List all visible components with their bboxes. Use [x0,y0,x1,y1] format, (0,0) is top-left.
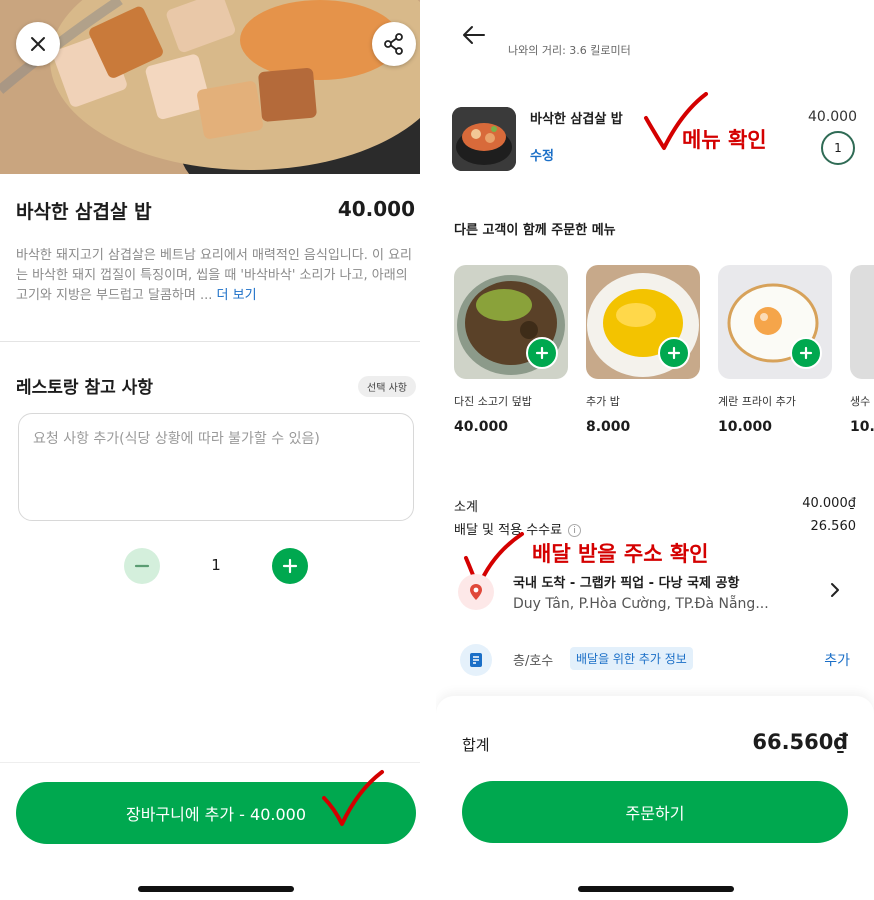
subtotal-label: 소계 [454,500,478,515]
delivery-address-detail[interactable]: Duy Tân, P.Hòa Cường, TP.Đà Nẵng... [513,596,769,612]
home-indicator [138,886,294,892]
item-title: 바삭한 삼겹살 밥 [16,201,152,223]
note-placeholder: 요청 사항 추가(식당 상황에 따라 불가할 수 있음) [33,431,320,447]
close-icon [31,37,45,51]
total-value: 66.560₫ [752,730,848,754]
recommendation-price: 10.0 [850,419,874,435]
add-to-cart-label: 장바구니에 추가 - 40.000 [125,805,307,824]
chevron-right-icon[interactable] [830,582,840,598]
recommendation-card[interactable]: 계란 프라이 추가 10.000 [718,265,832,435]
recommendation-image [850,265,874,379]
plus-icon [667,346,681,360]
restaurant-note-input[interactable]: 요청 사항 추가(식당 상황에 따라 불가할 수 있음) [18,413,414,521]
total-label: 합계 [462,736,490,754]
checkout-screen: 나와의 거리: 3.6 킬로미터 바삭한 삼겹살 밥 수정 40.000 1 메… [436,0,874,900]
plus-icon [282,558,298,574]
recommendation-name: 계란 프라이 추가 [718,395,796,408]
minus-icon [134,564,150,568]
place-order-button[interactable]: 주문하기 [462,781,848,843]
menu-check-annotation: 메뉴 확인 [682,128,767,152]
share-icon [384,33,403,55]
address-check-annotation: 배달 받을 주소 확인 [532,542,709,566]
recommendation-card[interactable]: 생수 10.0 [850,265,874,435]
optional-badge: 선택 사항 [358,376,416,397]
order-quantity-button[interactable]: 1 [821,131,855,165]
plus-icon [799,346,813,360]
quantity-value: 1 [211,556,221,574]
subtotal-value: 40.000₫ [802,496,856,511]
item-detail-screen: 바삭한 삼겹살 밥 40.000 바삭한 돼지고기 삼겹살은 베트남 요리에서 … [0,0,420,900]
others-ordered-title: 다른 고객이 함께 주문한 메뉴 [454,223,616,238]
item-price: 40.000 [337,197,415,221]
distance-text: 나와의 거리: 3.6 킬로미터 [508,44,631,57]
panel-gap [420,0,436,900]
location-pin-icon-wrap [458,574,494,610]
add-recommendation-button[interactable] [658,337,690,369]
note-icon [470,653,482,667]
item-description-text: 바삭한 돼지고기 삼겹살은 베트남 요리에서 매력적인 음식입니다. 이 요리는… [16,248,412,303]
restaurant-note-title: 레스토랑 참고 사항 [16,378,153,398]
place-order-label: 주문하기 [625,804,685,823]
add-recommendation-button[interactable] [790,337,822,369]
recommendation-card[interactable]: 다진 소고기 덮밥 40.000 [454,265,568,435]
food-hero-image [0,0,420,174]
order-item-thumbnail [452,107,516,171]
recommendation-price: 10.000 [718,419,773,435]
recommendation-name: 추가 밥 [586,395,620,408]
floor-unit-label: 층/호수 [513,654,554,669]
checkmark-annotation [322,770,384,826]
order-edit-link[interactable]: 수정 [530,145,554,164]
recommendation-name: 생수 [850,395,871,408]
recommendation-image [454,265,568,379]
add-recommendation-button[interactable] [526,337,558,369]
close-button[interactable] [16,22,60,66]
delivery-address-title[interactable]: 국내 도착 - 그랩카 픽업 - 다낭 국제 공항 [513,572,739,591]
recommendation-image [718,265,832,379]
increase-quantity-button[interactable] [272,548,308,584]
read-more-link[interactable]: 더 보기 [217,288,257,303]
recommendation-image [586,265,700,379]
share-button[interactable] [372,22,416,66]
add-floor-info-link[interactable]: 추가 [824,650,850,670]
recommendation-price: 40.000 [454,419,509,435]
home-indicator [578,886,734,892]
fee-value: 26.560 [810,519,857,534]
note-icon-wrap [460,644,492,676]
recommendation-name: 다진 소고기 덮밥 [454,395,532,408]
location-pin-icon [470,584,482,600]
order-item-price: 40.000 [808,109,857,125]
plus-icon [535,346,549,360]
recommendation-price: 8.000 [586,419,631,435]
decrease-quantity-button[interactable] [124,548,160,584]
extra-info-badge: 배달을 위한 추가 정보 [570,647,693,670]
recommendation-card[interactable]: 추가 밥 8.000 [586,265,700,435]
back-arrow-icon[interactable] [462,24,486,46]
info-icon[interactable]: i [568,524,582,537]
order-item-name: 바삭한 삼겹살 밥 [530,112,623,127]
divider [0,341,420,342]
item-description: 바삭한 돼지고기 삼겹살은 베트남 요리에서 매력적인 음식입니다. 이 요리는… [16,246,416,306]
